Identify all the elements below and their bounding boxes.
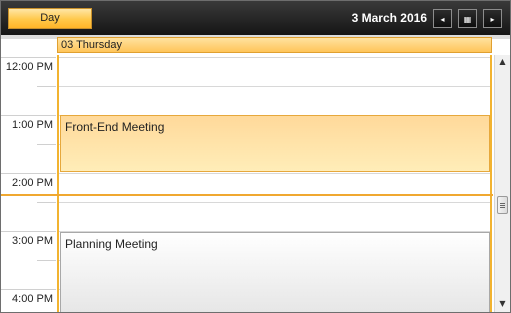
- appointment-planning-meeting[interactable]: Planning Meeting: [60, 232, 490, 312]
- appointment-front-end-meeting[interactable]: Front-End Meeting: [60, 115, 490, 172]
- calendar-icon: ▦: [463, 15, 472, 24]
- time-label: 1:00 PM: [12, 119, 53, 131]
- calendar-picker-button[interactable]: ▦: [458, 9, 477, 28]
- appointment-subject: Front-End Meeting: [65, 120, 165, 134]
- vertical-scrollbar[interactable]: ▲ ▼: [494, 55, 510, 312]
- scheduler-toolbar: Day 3 March 2016 ◂ ▦ ▸: [1, 1, 510, 35]
- hour-tick: [1, 289, 56, 290]
- time-label: 2:00 PM: [12, 177, 53, 189]
- time-label: 12:00 PM: [5, 61, 53, 73]
- slot-line: [59, 57, 490, 58]
- scheduler: Day 3 March 2016 ◂ ▦ ▸ 03 Thursday 12:00…: [0, 0, 511, 313]
- previous-day-button[interactable]: ◂: [433, 9, 452, 28]
- appointment-subject: Planning Meeting: [65, 237, 158, 251]
- day-column-header[interactable]: 03 Thursday: [57, 37, 492, 53]
- hour-tick: [1, 57, 56, 58]
- half-hour-tick: [37, 260, 56, 261]
- time-label: 3:00 PM: [12, 235, 53, 247]
- hour-tick: [1, 115, 56, 116]
- slot-line: [59, 202, 490, 203]
- slot-line: [59, 86, 490, 87]
- scroll-down-icon[interactable]: ▼: [495, 297, 510, 311]
- time-ruler: 12:00 PM 1:00 PM 2:00 PM 3:00 PM 4:00 PM: [1, 55, 56, 312]
- scroll-thumb[interactable]: [497, 196, 508, 214]
- day-view-button[interactable]: Day: [8, 8, 92, 29]
- grip-line: [500, 207, 505, 208]
- slot-line: [59, 173, 490, 174]
- current-date-title: 3 March 2016: [351, 11, 427, 25]
- hour-tick: [1, 173, 56, 174]
- grip-line: [500, 203, 505, 204]
- current-time-indicator: [1, 194, 493, 196]
- half-hour-tick: [37, 144, 56, 145]
- half-hour-tick: [37, 202, 56, 203]
- hour-tick: [1, 231, 56, 232]
- time-label: 4:00 PM: [12, 293, 53, 305]
- chevron-right-icon: ▸: [490, 15, 495, 24]
- half-hour-tick: [37, 86, 56, 87]
- grip-line: [500, 205, 505, 206]
- next-day-button[interactable]: ▸: [483, 9, 502, 28]
- scroll-up-icon[interactable]: ▲: [495, 55, 510, 69]
- chevron-left-icon: ◂: [440, 15, 445, 24]
